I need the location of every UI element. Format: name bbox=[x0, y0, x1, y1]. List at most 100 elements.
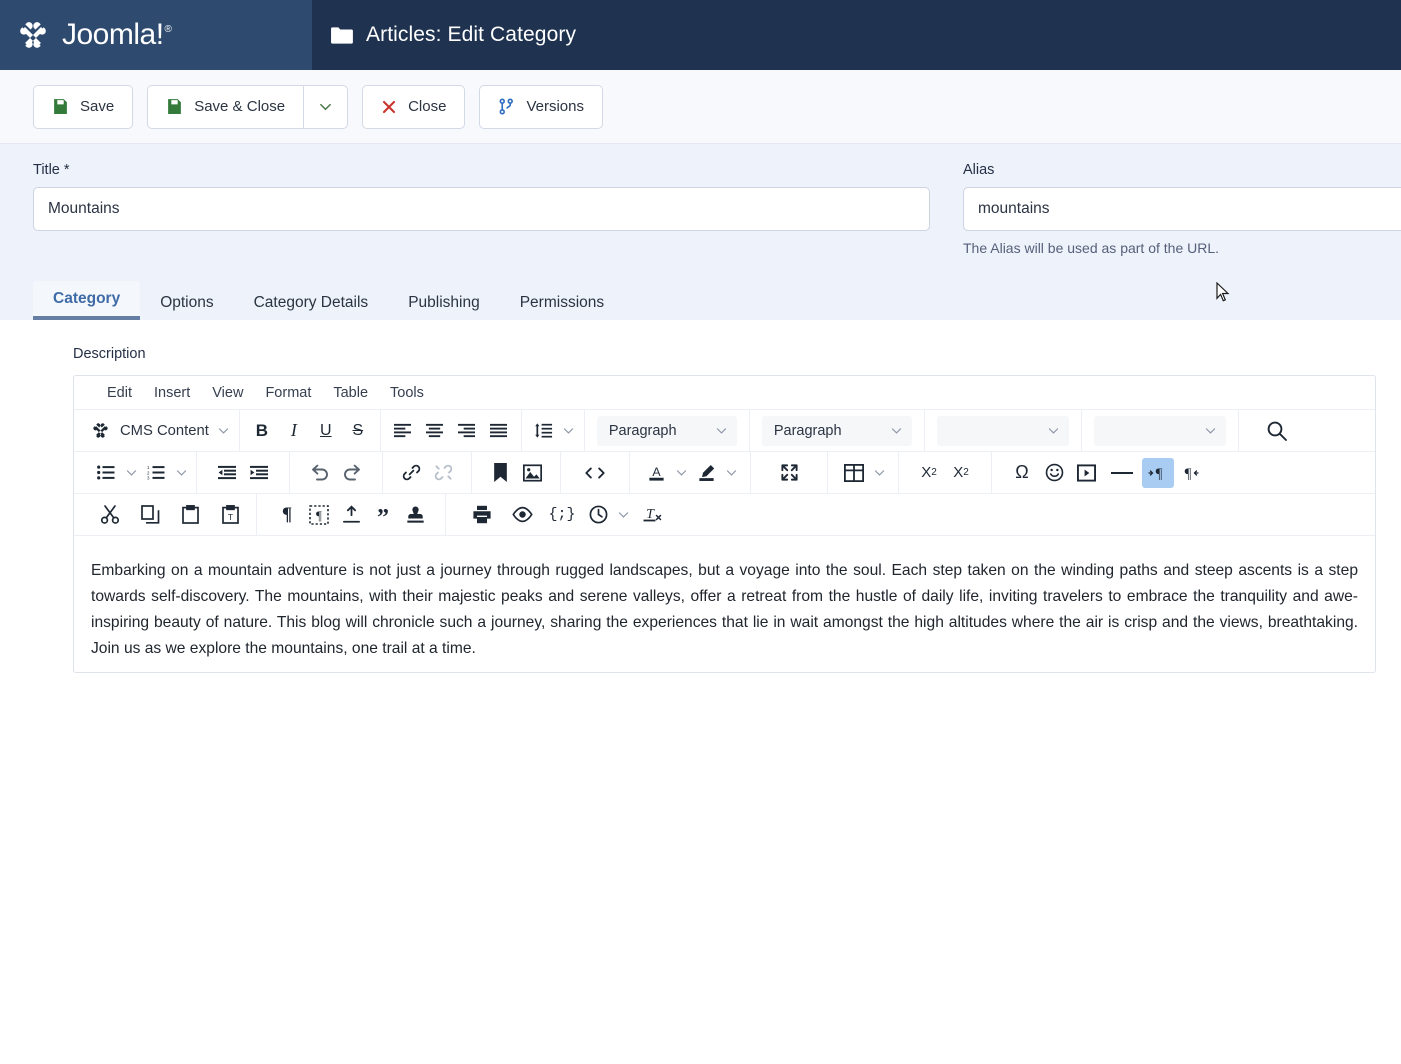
link-icon[interactable] bbox=[395, 458, 427, 488]
emoji-icon[interactable] bbox=[1038, 458, 1070, 488]
editor-paragraph[interactable]: Embarking on a mountain adventure is not… bbox=[91, 558, 1358, 662]
versions-button[interactable]: Versions bbox=[479, 84, 603, 129]
align-left-icon[interactable] bbox=[387, 416, 419, 446]
tab-permissions[interactable]: Permissions bbox=[500, 285, 624, 320]
alias-input[interactable] bbox=[963, 187, 1401, 231]
menu-table[interactable]: Table bbox=[322, 382, 379, 404]
svg-text:1: 1 bbox=[147, 465, 150, 470]
chevron-down-icon bbox=[890, 424, 903, 437]
paste-as-text-icon[interactable]: T bbox=[210, 500, 250, 530]
save-button[interactable]: Save bbox=[33, 84, 134, 129]
text-color-chevron-down-icon[interactable] bbox=[672, 458, 690, 488]
stamp-anchor-icon[interactable] bbox=[399, 500, 431, 530]
paragraph-style-value: Paragraph bbox=[608, 422, 677, 439]
numbered-list-icon[interactable]: 123 bbox=[140, 458, 172, 488]
image-icon[interactable] bbox=[516, 458, 548, 488]
chevron-down-icon bbox=[715, 424, 728, 437]
align-center-icon[interactable] bbox=[419, 416, 451, 446]
cms-content-label[interactable]: CMS Content bbox=[120, 423, 215, 439]
tab-publishing[interactable]: Publishing bbox=[388, 285, 500, 320]
paragraph-style-select[interactable]: Paragraph bbox=[596, 415, 737, 446]
table-icon[interactable] bbox=[838, 458, 870, 488]
paragraph-block-select[interactable]: Paragraph bbox=[761, 415, 912, 446]
line-height-chevron-down-icon[interactable] bbox=[560, 416, 578, 446]
insert-upload-icon[interactable] bbox=[335, 500, 367, 530]
bullet-list-icon[interactable] bbox=[90, 458, 122, 488]
numbered-list-chevron-down-icon[interactable] bbox=[172, 458, 190, 488]
print-icon[interactable] bbox=[462, 500, 502, 530]
subscript-icon[interactable]: X2 bbox=[913, 458, 945, 488]
fullscreen-group bbox=[751, 452, 828, 493]
close-button-label: Close bbox=[408, 98, 447, 115]
copy-icon[interactable] bbox=[130, 500, 170, 530]
bold-icon[interactable]: B bbox=[246, 416, 278, 446]
clear-formatting-icon[interactable]: T bbox=[632, 500, 672, 530]
title-input[interactable] bbox=[33, 187, 930, 231]
align-justify-icon[interactable] bbox=[483, 416, 515, 446]
horizontal-rule-icon[interactable] bbox=[1102, 458, 1142, 488]
tab-options[interactable]: Options bbox=[140, 285, 233, 320]
tab-publishing-label: Publishing bbox=[408, 294, 480, 311]
tab-category-details[interactable]: Category Details bbox=[234, 285, 389, 320]
ltr-direction-icon[interactable]: ¶ bbox=[1142, 457, 1174, 488]
insert-datetime-chevron-down-icon[interactable] bbox=[614, 500, 632, 530]
save-options-dropdown-button[interactable] bbox=[303, 84, 349, 129]
outdent-icon[interactable] bbox=[211, 458, 243, 488]
alias-label: Alias bbox=[963, 162, 995, 178]
superscript-icon[interactable]: X2 bbox=[945, 458, 977, 488]
blockquote-icon[interactable]: ” bbox=[367, 500, 399, 530]
strikethrough-icon[interactable]: S bbox=[342, 416, 374, 446]
formatting-marks-group: ¶ ¶ ” bbox=[257, 494, 446, 535]
joomla-logo-icon bbox=[14, 16, 52, 54]
cms-content-chevron-down-icon[interactable] bbox=[215, 416, 233, 446]
font-size-select[interactable] bbox=[1093, 415, 1226, 446]
menu-format[interactable]: Format bbox=[254, 382, 322, 404]
bookmark-icon[interactable] bbox=[484, 458, 516, 488]
highlight-color-icon[interactable] bbox=[690, 458, 722, 488]
highlight-color-chevron-down-icon[interactable] bbox=[722, 458, 740, 488]
align-right-icon[interactable] bbox=[451, 416, 483, 446]
preview-eye-icon[interactable] bbox=[502, 500, 542, 530]
font-family-select[interactable] bbox=[936, 415, 1069, 446]
underline-icon[interactable]: U bbox=[310, 416, 342, 446]
table-chevron-down-icon[interactable] bbox=[870, 458, 888, 488]
source-code-group bbox=[561, 452, 630, 493]
redo-icon[interactable] bbox=[336, 458, 368, 488]
text-style-group: B I U S bbox=[240, 410, 381, 451]
close-button[interactable]: Close bbox=[362, 84, 466, 129]
menu-insert[interactable]: Insert bbox=[143, 382, 201, 404]
line-height-icon[interactable] bbox=[528, 416, 560, 446]
editor-content-area[interactable]: Embarking on a mountain adventure is not… bbox=[74, 536, 1375, 672]
insert-datetime-icon[interactable] bbox=[582, 500, 614, 530]
fullscreen-icon[interactable] bbox=[769, 458, 809, 488]
media-video-icon[interactable] bbox=[1070, 458, 1102, 488]
brand-registered-mark: ® bbox=[164, 24, 172, 35]
italic-icon[interactable]: I bbox=[278, 416, 310, 446]
undo-icon[interactable] bbox=[304, 458, 336, 488]
menu-edit[interactable]: Edit bbox=[96, 382, 143, 404]
pilcrow-icon[interactable]: ¶ bbox=[271, 500, 303, 530]
brand-area[interactable]: Joomla! ® bbox=[0, 0, 312, 70]
save-and-close-button[interactable]: Save & Close bbox=[147, 84, 304, 129]
save-icon bbox=[52, 98, 69, 115]
unlink-icon[interactable] bbox=[427, 458, 459, 488]
paste-icon[interactable] bbox=[170, 500, 210, 530]
cms-content-group: CMS Content bbox=[74, 410, 240, 451]
menu-tools[interactable]: Tools bbox=[379, 382, 435, 404]
rtl-direction-icon[interactable]: ¶ bbox=[1174, 458, 1206, 488]
title-label: Title * bbox=[33, 162, 70, 178]
code-sample-icon[interactable]: {;} bbox=[542, 500, 582, 530]
table-group bbox=[828, 452, 899, 493]
tab-category[interactable]: Category bbox=[33, 281, 141, 320]
menu-view[interactable]: View bbox=[201, 382, 254, 404]
special-character-icon[interactable]: Ω bbox=[1006, 458, 1038, 488]
bullet-list-chevron-down-icon[interactable] bbox=[122, 458, 140, 488]
text-color-icon[interactable]: A bbox=[640, 458, 672, 488]
cut-icon[interactable] bbox=[90, 500, 130, 530]
indent-icon[interactable] bbox=[243, 458, 275, 488]
search-icon[interactable] bbox=[1257, 416, 1297, 446]
show-invisible-characters-icon[interactable]: ¶ bbox=[303, 500, 335, 530]
source-code-icon[interactable] bbox=[575, 458, 615, 488]
joomla-cms-icon[interactable] bbox=[80, 416, 120, 446]
brand-wordmark: Joomla! ® bbox=[62, 18, 172, 52]
